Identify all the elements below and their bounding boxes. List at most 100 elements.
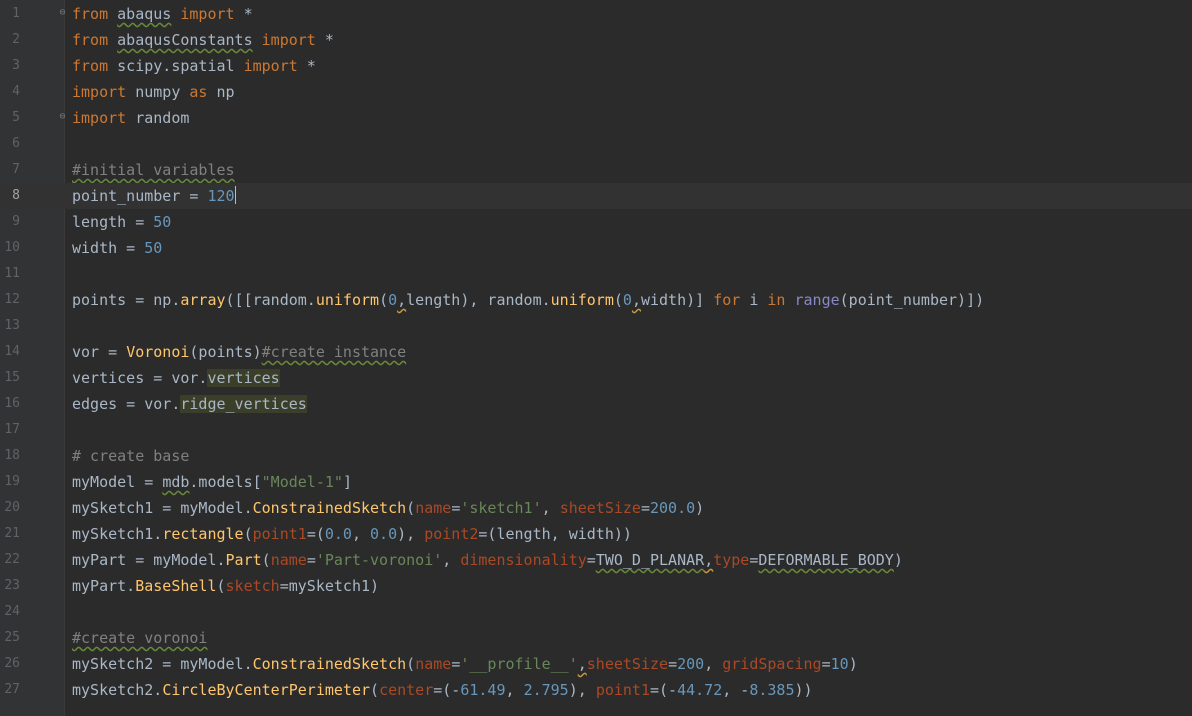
code-line-13[interactable]: 13	[0, 313, 1192, 339]
code-line-16[interactable]: 16 edges = vor.ridge_vertices	[0, 391, 1192, 417]
code-text: # create base	[72, 443, 189, 469]
code-lines[interactable]: 1 ⊖ from abaqus import * 2 from abaqusConsta…	[0, 1, 1192, 703]
code-line-14[interactable]: 14 vor = Voronoi(points)#create instance	[0, 339, 1192, 365]
code-text: mySketch1 = myModel.ConstrainedSketch(na…	[72, 495, 704, 521]
line-number: 20	[4, 500, 20, 515]
code-line-1[interactable]: 1 ⊖ from abaqus import *	[0, 1, 1192, 27]
code-token: rectangle	[162, 525, 244, 543]
code-line-22[interactable]: 22 myPart = myModel.Part(name='Part-voron…	[0, 547, 1192, 573]
code-line-27[interactable]: 27 mySketch2.CircleByCenterPerimeter(cent…	[0, 677, 1192, 703]
code-line-7[interactable]: 7 #initial variables	[0, 157, 1192, 183]
code-text: myPart.BaseShell(sketch=mySketch1)	[72, 573, 379, 599]
code-line-20[interactable]: 20 mySketch1 = myModel.ConstrainedSketch(…	[0, 495, 1192, 521]
code-token: (	[261, 551, 271, 569]
code-text: from abaqusConstants import *	[72, 27, 334, 53]
code-line-15[interactable]: 15 vertices = vor.vertices	[0, 365, 1192, 391]
code-line-3[interactable]: 3 from scipy.spatial import *	[0, 53, 1192, 79]
code-line-18[interactable]: 18 # create base	[0, 443, 1192, 469]
code-token: , -	[722, 681, 750, 699]
code-line-19[interactable]: 19 myModel = mdb.models["Model-1"]	[0, 469, 1192, 495]
code-line-26[interactable]: 26 mySketch2 = myModel.ConstrainedSketch(…	[0, 651, 1192, 677]
code-token: width =	[72, 239, 145, 257]
code-line-8[interactable]: 8 point_number = 120	[0, 183, 1192, 209]
code-token: ([[random.	[225, 291, 316, 309]
text-caret	[234, 186, 236, 204]
line-number: 17	[4, 422, 20, 437]
code-line-6[interactable]: 6	[0, 131, 1192, 157]
code-token: ))	[794, 681, 813, 699]
code-token: vertices = vor.	[72, 369, 208, 387]
line-number: 22	[4, 552, 20, 567]
code-token: 0	[622, 291, 632, 309]
code-token: 10	[830, 655, 849, 673]
code-token: myModel =	[72, 473, 163, 491]
code-token: uniform	[315, 291, 380, 309]
code-token: =	[821, 655, 831, 673]
code-token: point2	[424, 525, 479, 543]
code-editor[interactable]: 1 ⊖ from abaqus import * 2 from abaqusConsta…	[0, 0, 1192, 716]
code-token: center	[379, 681, 434, 699]
code-token: =	[640, 499, 650, 517]
fold-icon[interactable]: ⊖	[58, 111, 67, 123]
code-token: =(length, width))	[478, 525, 632, 543]
line-number: 11	[4, 266, 20, 281]
code-token: =	[451, 499, 461, 517]
code-token: 200	[677, 655, 705, 673]
code-token: uniform	[550, 291, 614, 309]
fold-icon[interactable]: ⊖	[58, 7, 67, 19]
code-token: (point_number)])	[839, 291, 985, 309]
line-number: 12	[4, 292, 20, 307]
code-token: )	[695, 499, 705, 517]
code-line-2[interactable]: 2 from abaqusConstants import *	[0, 27, 1192, 53]
line-number: 23	[4, 578, 20, 593]
code-text: mySketch2 = myModel.ConstrainedSketch(na…	[72, 651, 858, 677]
code-token: array	[180, 291, 226, 309]
code-line-24[interactable]: 24	[0, 599, 1192, 625]
code-text: edges = vor.ridge_vertices	[72, 391, 307, 417]
code-token: =mySketch1)	[279, 577, 380, 595]
line-number: 2	[12, 32, 20, 47]
code-token: mdb	[162, 473, 190, 491]
code-token: np	[207, 83, 235, 101]
code-token: (points)	[189, 343, 262, 361]
line-number: 14	[4, 344, 20, 359]
code-line-5[interactable]: 5 ⊖ import random	[0, 105, 1192, 131]
code-line-25[interactable]: 25 #create voronoi	[0, 625, 1192, 651]
code-token: name	[415, 655, 452, 673]
code-line-17[interactable]: 17	[0, 417, 1192, 443]
code-token: 2.795	[523, 681, 569, 699]
code-line-21[interactable]: 21 mySketch1.rectangle(point1=(0.0, 0.0),…	[0, 521, 1192, 547]
code-token: 50	[153, 213, 172, 231]
code-token: (	[406, 499, 416, 517]
line-number: 27	[4, 682, 20, 697]
code-token: point1	[252, 525, 307, 543]
code-token: point1	[595, 681, 650, 699]
code-line-23[interactable]: 23 myPart.BaseShell(sketch=mySketch1)	[0, 573, 1192, 599]
code-line-11[interactable]: 11	[0, 261, 1192, 287]
code-token: vor =	[72, 343, 127, 361]
code-line-4[interactable]: 4 import numpy as np	[0, 79, 1192, 105]
code-token: *	[315, 31, 334, 49]
code-token: points = np.	[72, 291, 181, 309]
code-line-12[interactable]: 12 points = np.array([[random.uniform(0,l…	[0, 287, 1192, 313]
code-token: import	[261, 31, 316, 49]
code-line-9[interactable]: 9 length = 50	[0, 209, 1192, 235]
code-token: 200.0	[650, 499, 696, 517]
code-token: =(	[306, 525, 325, 543]
code-token: (	[216, 577, 226, 595]
code-token: point_number =	[72, 187, 208, 205]
code-token: ,	[351, 525, 371, 543]
code-token: 44.72	[677, 681, 723, 699]
code-token: ,	[442, 551, 461, 569]
code-token: 0.0	[324, 525, 352, 543]
code-token: (	[379, 291, 389, 309]
code-token: length =	[72, 213, 154, 231]
code-token: ridge_vertices	[180, 395, 307, 413]
code-token: 'Part-voronoi'	[315, 551, 443, 569]
code-line-10[interactable]: 10 width = 50	[0, 235, 1192, 261]
code-token: in	[767, 291, 786, 309]
code-token: ),	[397, 525, 425, 543]
code-token: 120	[207, 187, 235, 205]
